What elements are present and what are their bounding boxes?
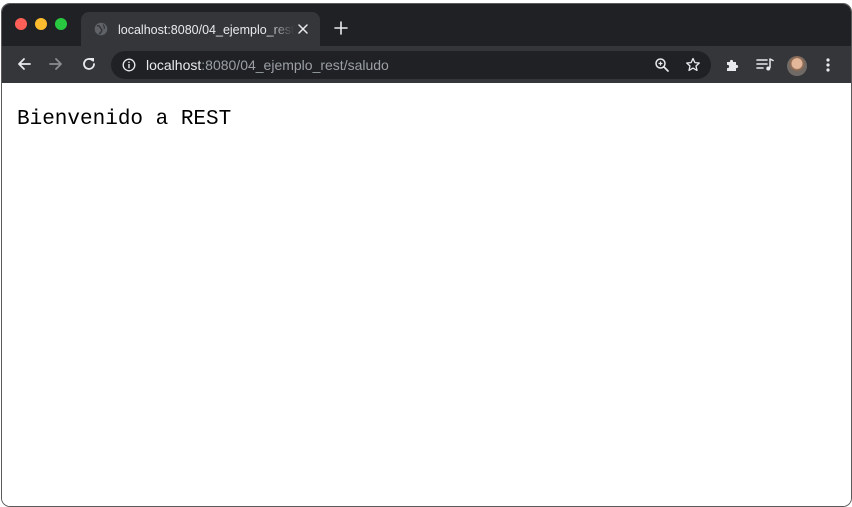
extensions-icon[interactable]: [724, 57, 740, 73]
url-path: :8080/04_ejemplo_rest/saludo: [201, 57, 389, 73]
url-host: localhost: [146, 57, 202, 73]
page-body-text: Bienvenido a REST: [17, 108, 232, 131]
new-tab-button[interactable]: [334, 21, 348, 35]
browser-window: localhost:8080/04_ejemplo_rest/saludo: [1, 3, 852, 507]
avatar[interactable]: [787, 56, 807, 76]
back-icon[interactable]: [16, 56, 32, 72]
tab-strip: localhost:8080/04_ejemplo_rest/saludo: [2, 4, 851, 46]
tab-title: localhost:8080/04_ejemplo_rest/saludo: [118, 23, 294, 37]
window-close-button[interactable]: [15, 18, 27, 30]
reload-icon[interactable]: [81, 56, 97, 72]
forward-icon[interactable]: [48, 56, 64, 72]
bookmark-star-icon[interactable]: [685, 57, 701, 73]
url-text[interactable]: localhost:8080/04_ejemplo_rest/saludo: [146, 56, 389, 74]
tab-active[interactable]: localhost:8080/04_ejemplo_rest/saludo: [81, 12, 320, 46]
window-minimize-button[interactable]: [35, 18, 47, 30]
page-content: Bienvenido a REST: [2, 83, 851, 506]
browser-toolbar: localhost:8080/04_ejemplo_rest/saludo: [2, 46, 851, 83]
reading-list-icon[interactable]: [756, 57, 774, 73]
menu-icon[interactable]: [824, 57, 832, 73]
address-bar[interactable]: localhost:8080/04_ejemplo_rest/saludo: [111, 51, 711, 79]
globe-icon: [94, 22, 108, 36]
info-icon[interactable]: [122, 58, 136, 72]
window-maximize-button[interactable]: [55, 18, 67, 30]
tab-close-icon[interactable]: [297, 23, 309, 35]
zoom-icon[interactable]: [654, 57, 670, 73]
